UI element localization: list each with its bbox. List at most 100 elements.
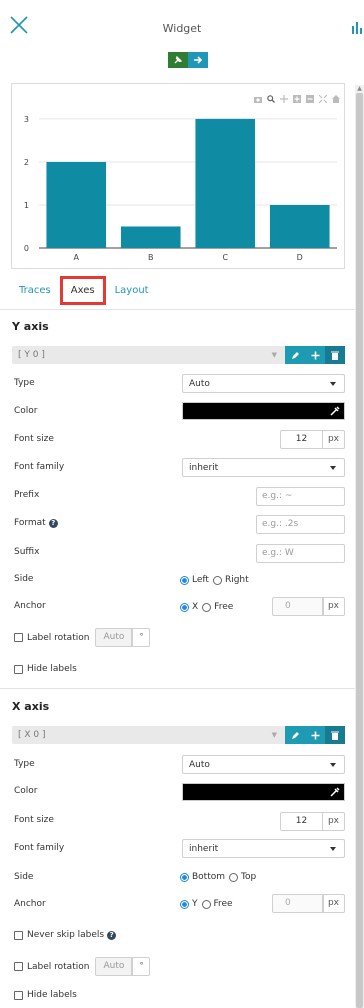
- arrow-right-icon: [194, 56, 203, 64]
- y-axis-selector-value: [ Y 0 ]: [18, 350, 45, 360]
- x-side-top-label: Top: [241, 872, 257, 882]
- y-font-family-select[interactable]: inherit: [182, 458, 345, 477]
- y-hide-labels-label: Hide labels: [27, 664, 77, 674]
- x-label-rotation-input[interactable]: Auto: [95, 957, 133, 976]
- tab-layout[interactable]: Layout: [106, 280, 158, 301]
- y-side-left-option[interactable]: Left: [180, 575, 209, 585]
- plus-icon: [311, 731, 319, 739]
- y-anchor-input[interactable]: 0: [272, 597, 324, 616]
- chevron-down-icon: [330, 465, 336, 470]
- add-x-axis-button[interactable]: [305, 726, 325, 744]
- x-side-bottom-option[interactable]: Bottom: [180, 872, 225, 882]
- y-font-size-label: Font size: [14, 434, 54, 444]
- bar-chart-icon[interactable]: [352, 22, 362, 34]
- radio-selected[interactable]: [180, 872, 189, 882]
- y-anchor-free-option[interactable]: Free: [202, 602, 233, 612]
- x-axis-title: X axis: [12, 700, 50, 713]
- y-format-label-text: Format: [14, 518, 46, 528]
- x-font-size-input[interactable]: 12: [280, 812, 323, 831]
- y-prefix-input[interactable]: e.g.: ~: [256, 487, 345, 506]
- x-anchor-unit: px: [322, 894, 345, 913]
- x-font-family-select[interactable]: inherit: [182, 839, 345, 858]
- delete-y-axis-button[interactable]: [325, 346, 345, 364]
- chevron-down-icon: [330, 846, 336, 851]
- y-anchor-x-label: X: [192, 602, 199, 612]
- y-type-select[interactable]: Auto: [182, 374, 345, 393]
- eyedropper-icon[interactable]: [330, 406, 340, 416]
- add-y-axis-button[interactable]: [305, 346, 325, 364]
- y-label-rotation-unit: °: [132, 628, 151, 647]
- y-color-picker[interactable]: [182, 402, 345, 420]
- x-font-size-label: Font size: [14, 815, 54, 825]
- edit-x-axis-button[interactable]: [285, 726, 305, 744]
- x-anchor-y-option[interactable]: Y: [180, 899, 198, 909]
- tab-axes[interactable]: Axes: [59, 276, 106, 305]
- y-tick-label: 2: [24, 158, 29, 167]
- next-button[interactable]: [188, 52, 208, 68]
- y-side-right-option[interactable]: Right: [212, 575, 249, 585]
- scroll-thumb[interactable]: [356, 93, 363, 1008]
- y-tick-label: 3: [24, 115, 29, 124]
- x-axis-selector[interactable]: [ X 0 ] ▼: [12, 726, 345, 744]
- x-type-label: Type: [14, 759, 35, 769]
- x-side-top-option[interactable]: Top: [229, 872, 256, 882]
- y-hide-labels-checkbox[interactable]: [14, 664, 23, 674]
- y-label-rotation-input[interactable]: Auto: [95, 628, 133, 647]
- scroll-up-icon[interactable]: ▲: [356, 85, 363, 92]
- y-font-family-value: inherit: [189, 462, 219, 473]
- radio-selected[interactable]: [180, 602, 189, 612]
- eyedropper-icon[interactable]: [330, 787, 340, 797]
- y-anchor-x-option[interactable]: X: [180, 602, 198, 612]
- x-hide-labels-checkbox[interactable]: [14, 990, 23, 1000]
- help-icon[interactable]: ?: [48, 519, 58, 528]
- y-side-radio: Left Right: [180, 575, 253, 585]
- x-anchor-free-label: Free: [213, 899, 233, 909]
- x-tick-label: A: [74, 253, 80, 262]
- y-format-input[interactable]: e.g.: .2s: [256, 515, 345, 534]
- chevron-down-icon: [330, 762, 336, 767]
- edit-y-axis-button[interactable]: [285, 346, 305, 364]
- x-never-skip-checkbox[interactable]: [14, 930, 23, 940]
- radio-unselected[interactable]: [202, 602, 212, 612]
- y-tick-label: 0: [24, 244, 29, 253]
- delete-x-axis-button[interactable]: [325, 726, 345, 744]
- y-label-rotation-checkbox[interactable]: [14, 633, 23, 642]
- trash-icon: [331, 351, 339, 360]
- x-font-family-label: Font family: [14, 843, 65, 853]
- y-anchor-free-label: Free: [214, 602, 234, 612]
- y-format-label: Format?: [14, 518, 58, 528]
- radio-unselected[interactable]: [201, 899, 211, 909]
- x-anchor-input[interactable]: 0: [272, 894, 324, 913]
- plus-icon: [311, 351, 319, 359]
- x-anchor-radio: Y Free: [180, 899, 237, 909]
- pin-icon: [174, 55, 183, 64]
- radio-selected[interactable]: [180, 575, 189, 585]
- x-side-radio: Bottom Top: [180, 872, 260, 882]
- x-color-picker[interactable]: [182, 783, 345, 801]
- tab-traces[interactable]: Traces: [10, 280, 60, 301]
- x-label-rotation-unit: °: [132, 957, 151, 976]
- y-color-label: Color: [14, 406, 38, 416]
- radio-selected[interactable]: [180, 899, 189, 909]
- x-label-rotation-checkbox[interactable]: [14, 962, 23, 971]
- y-axis-selector[interactable]: [ Y 0 ] ▼: [12, 346, 345, 364]
- section-divider: [0, 688, 355, 689]
- y-hide-labels-row: Hide labels: [14, 664, 77, 674]
- x-side-bottom-label: Bottom: [192, 872, 226, 882]
- tab-bar: Traces Axes Layout: [10, 276, 158, 305]
- radio-unselected[interactable]: [229, 872, 239, 882]
- help-icon[interactable]: ?: [107, 930, 117, 940]
- bar: [195, 118, 256, 248]
- y-suffix-input[interactable]: e.g.: W: [256, 544, 345, 563]
- y-font-size-input[interactable]: 12: [280, 430, 323, 449]
- x-tick-label: B: [148, 253, 154, 262]
- scrollbar[interactable]: ▲: [355, 85, 364, 1008]
- x-tick-label: C: [222, 253, 228, 262]
- pencil-icon: [291, 731, 299, 739]
- trash-icon: [331, 731, 339, 740]
- radio-unselected[interactable]: [212, 575, 222, 585]
- x-anchor-free-option[interactable]: Free: [201, 899, 233, 909]
- pin-button[interactable]: [168, 52, 188, 68]
- y-axis-title: Y axis: [12, 320, 49, 333]
- x-type-select[interactable]: Auto: [182, 755, 345, 774]
